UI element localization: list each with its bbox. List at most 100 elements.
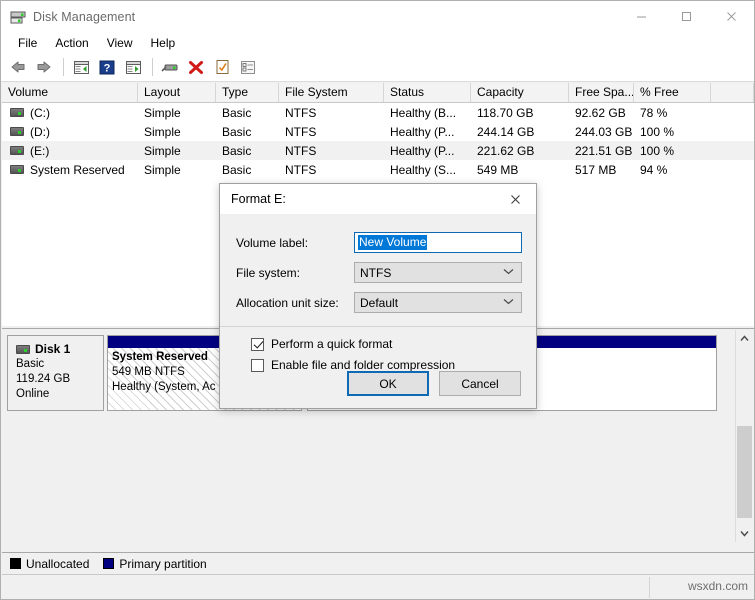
- cell-file-system: NTFS: [285, 105, 317, 120]
- delete-icon[interactable]: [184, 55, 208, 79]
- cell-layout: Simple: [144, 105, 181, 120]
- column-header-percent-free[interactable]: % Free: [634, 83, 711, 102]
- cell-status: Healthy (P...: [390, 124, 455, 139]
- file-system-value: NTFS: [360, 265, 392, 280]
- allocation-unit-size-select[interactable]: Default: [354, 292, 522, 313]
- volume-drive-icon: [10, 165, 24, 174]
- volume-label-input[interactable]: New Volume: [354, 232, 522, 253]
- dialog-title: Format E:: [231, 192, 286, 206]
- format-dialog: Format E: Volume label: New Volume File …: [219, 183, 537, 409]
- disk-info-block[interactable]: Disk 1 Basic 119.24 GB Online: [7, 335, 104, 411]
- table-row[interactable]: (D:) Simple Basic NTFS Healthy (P... 244…: [2, 122, 754, 141]
- menu-item-view[interactable]: View: [98, 34, 142, 52]
- svg-text:?: ?: [104, 62, 111, 74]
- legend-item-unallocated: Unallocated: [10, 557, 89, 571]
- dialog-title-bar: Format E:: [220, 184, 536, 214]
- column-header-volume[interactable]: Volume: [2, 83, 138, 102]
- checkbox-quick-format-box[interactable]: [251, 337, 264, 351]
- ok-button[interactable]: OK: [347, 371, 429, 396]
- cell-free-space: 244.03 GB: [575, 124, 633, 139]
- disk-name: Disk 1: [35, 342, 71, 356]
- rescan-disks-icon[interactable]: [158, 55, 182, 79]
- label-volume-label: Volume label:: [236, 235, 309, 250]
- cell-type: Basic: [222, 143, 252, 158]
- checkbox-enable-compression-label: Enable file and folder compression: [271, 358, 456, 372]
- field-allocation-unit-size: Allocation unit size: Default: [236, 292, 522, 313]
- disk-status: Online: [16, 388, 50, 400]
- volume-table-header: Volume Layout Type File System Status Ca…: [2, 83, 754, 103]
- column-header-capacity[interactable]: Capacity: [471, 83, 569, 102]
- chevron-down-icon: [503, 267, 514, 277]
- scrollbar-thumb[interactable]: [737, 426, 752, 518]
- checkbox-quick-format-label: Perform a quick format: [271, 337, 393, 351]
- checkbox-quick-format[interactable]: Perform a quick format: [251, 337, 392, 351]
- cell-type: Basic: [222, 105, 252, 120]
- cell-status: Healthy (P...: [390, 143, 455, 158]
- menu-bar: File Action View Help: [1, 32, 754, 53]
- window-title: Disk Management: [33, 9, 136, 24]
- column-header-file-system[interactable]: File System: [279, 83, 384, 102]
- properties-icon[interactable]: [210, 55, 234, 79]
- checkbox-enable-compression[interactable]: Enable file and folder compression: [251, 358, 455, 372]
- legend-label-primary-partition: Primary partition: [119, 556, 207, 571]
- status-bar: wsxdn.com: [2, 574, 754, 599]
- column-header-status[interactable]: Status: [384, 83, 471, 102]
- column-header-free-space[interactable]: Free Spa...: [569, 83, 634, 102]
- scroll-up-icon[interactable]: [736, 330, 753, 347]
- disk-panel-scrollbar[interactable]: [735, 330, 753, 542]
- volume-drive-icon: [10, 146, 24, 155]
- legend-item-primary-partition: Primary partition: [103, 556, 207, 571]
- forward-icon[interactable]: [32, 55, 56, 79]
- cell-type: Basic: [222, 124, 252, 139]
- cell-free-space: 92.62 GB: [575, 105, 626, 120]
- field-volume-label: Volume label: New Volume: [236, 232, 522, 253]
- column-header-extra[interactable]: [711, 83, 754, 102]
- cell-file-system: NTFS: [285, 162, 317, 177]
- dialog-close-button[interactable]: [494, 184, 536, 214]
- back-icon[interactable]: [6, 55, 30, 79]
- menu-item-file[interactable]: File: [9, 34, 46, 52]
- legend-swatch-unallocated: [10, 558, 21, 569]
- cell-status: Healthy (S...: [390, 162, 457, 177]
- label-file-system: File system:: [236, 265, 301, 280]
- list-view-icon[interactable]: [236, 55, 260, 79]
- field-file-system: File system: NTFS: [236, 262, 522, 283]
- show-hide-console-tree-icon[interactable]: [69, 55, 93, 79]
- menu-item-help[interactable]: Help: [142, 34, 185, 52]
- disk-name-row: Disk 1: [16, 342, 103, 357]
- table-row[interactable]: (C:) Simple Basic NTFS Healthy (B... 118…: [2, 103, 754, 122]
- table-row[interactable]: System Reserved Simple Basic NTFS Health…: [2, 160, 754, 179]
- toolbar: ?: [1, 53, 754, 82]
- show-hide-action-pane-icon[interactable]: [121, 55, 145, 79]
- cell-capacity: 221.62 GB: [477, 143, 535, 158]
- cancel-button[interactable]: Cancel: [439, 371, 521, 396]
- cell-layout: Simple: [144, 143, 181, 158]
- toolbar-separator: [63, 58, 64, 76]
- dialog-divider: [220, 326, 536, 327]
- dialog-body: Volume label: New Volume File system: NT…: [220, 214, 536, 410]
- cell-file-system: NTFS: [285, 124, 317, 139]
- cell-free-space: 517 MB: [575, 162, 617, 177]
- cell-layout: Simple: [144, 124, 181, 139]
- column-header-layout[interactable]: Layout: [138, 83, 216, 102]
- disk-drive-icon: [16, 345, 30, 354]
- disk-management-window: Disk Management File Action View Help ? …: [0, 0, 755, 600]
- column-header-type[interactable]: Type: [216, 83, 279, 102]
- cell-percent-free: 100 %: [640, 124, 675, 139]
- volume-drive-icon: [10, 127, 24, 136]
- checkbox-enable-compression-box[interactable]: [251, 358, 264, 372]
- scroll-down-icon[interactable]: [736, 525, 753, 542]
- menu-item-action[interactable]: Action: [46, 34, 97, 52]
- file-system-select[interactable]: NTFS: [354, 262, 522, 283]
- cell-file-system: NTFS: [285, 143, 317, 158]
- help-icon[interactable]: ?: [95, 55, 119, 79]
- title-bar: Disk Management: [1, 1, 754, 32]
- label-allocation-unit-size: Allocation unit size:: [236, 295, 339, 310]
- table-row[interactable]: (E:) Simple Basic NTFS Healthy (P... 221…: [2, 141, 754, 160]
- close-button[interactable]: [709, 1, 754, 32]
- cell-capacity: 244.14 GB: [477, 124, 535, 139]
- disk-type: Basic: [16, 358, 45, 370]
- dialog-buttons: OK Cancel: [337, 371, 521, 396]
- minimize-button[interactable]: [619, 1, 664, 32]
- maximize-button[interactable]: [664, 1, 709, 32]
